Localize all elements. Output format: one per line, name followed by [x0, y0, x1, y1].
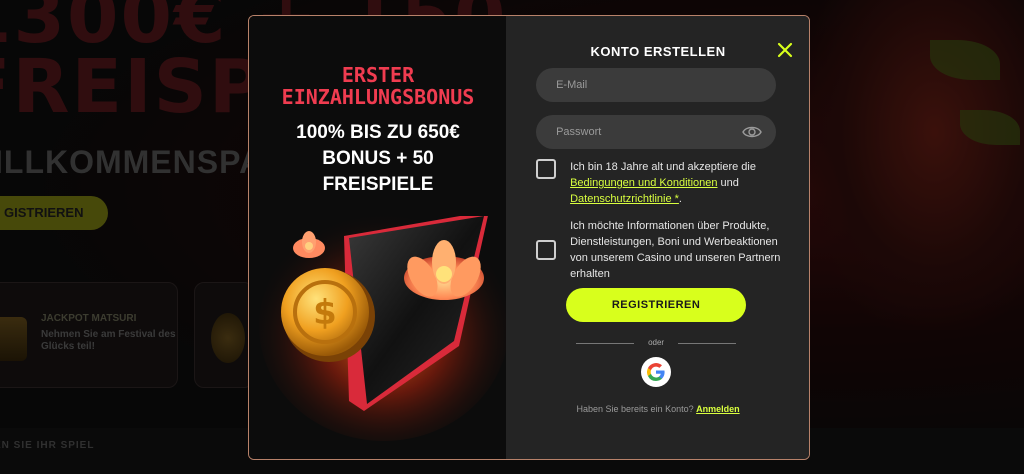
terms-suffix: .	[678, 193, 682, 205]
password-field[interactable]	[536, 115, 777, 149]
bonus-panel: ERSTER EINZAHLUNGSBONUS 100% BIS ZU 650€…	[249, 16, 507, 459]
login-link[interactable]: Anmelden	[696, 404, 740, 414]
bonus-offer: 100% BIS ZU 650€ BONUS + 50 FREISPIELE	[296, 122, 460, 195]
google-signin-button[interactable]	[641, 357, 672, 387]
terms-text: Ich bin 18 Jahre alt und akzeptiere die	[570, 161, 756, 173]
login-prompt-text: Haben Sie bereits ein Konto?	[576, 404, 697, 414]
close-icon[interactable]	[775, 40, 795, 60]
marketing-checkbox[interactable]	[536, 240, 557, 260]
show-password-icon[interactable]	[742, 124, 762, 140]
terms-checkbox[interactable]	[536, 159, 557, 179]
register-button[interactable]: REGISTRIEREN	[566, 288, 747, 322]
privacy-link[interactable]: Datenschutzrichtlinie *	[570, 193, 679, 205]
terms-link[interactable]: Bedingungen und Konditionen	[570, 177, 717, 189]
google-icon	[647, 363, 665, 381]
coin-and-lotus-illustration: $	[259, 216, 507, 441]
terms-and-text: und	[717, 177, 739, 189]
email-field[interactable]	[536, 68, 777, 102]
or-divider: oder	[576, 338, 737, 350]
form-title: KONTO ERSTELLEN	[590, 44, 726, 59]
bonus-title: ERSTER EINZAHLUNGSBONUS	[281, 63, 475, 109]
login-prompt: Haben Sie bereits ein Konto? Anmelden	[506, 404, 809, 414]
signup-modal: ERSTER EINZAHLUNGSBONUS 100% BIS ZU 650€…	[248, 15, 810, 460]
signup-form: KONTO ERSTELLEN Ich bin 18 Jahre alt und…	[506, 16, 809, 459]
svg-text:$: $	[313, 293, 337, 333]
marketing-label: Ich möchte Informationen über Produkte, …	[570, 220, 781, 280]
terms-label: Ich bin 18 Jahre alt und akzeptiere die …	[570, 159, 790, 207]
